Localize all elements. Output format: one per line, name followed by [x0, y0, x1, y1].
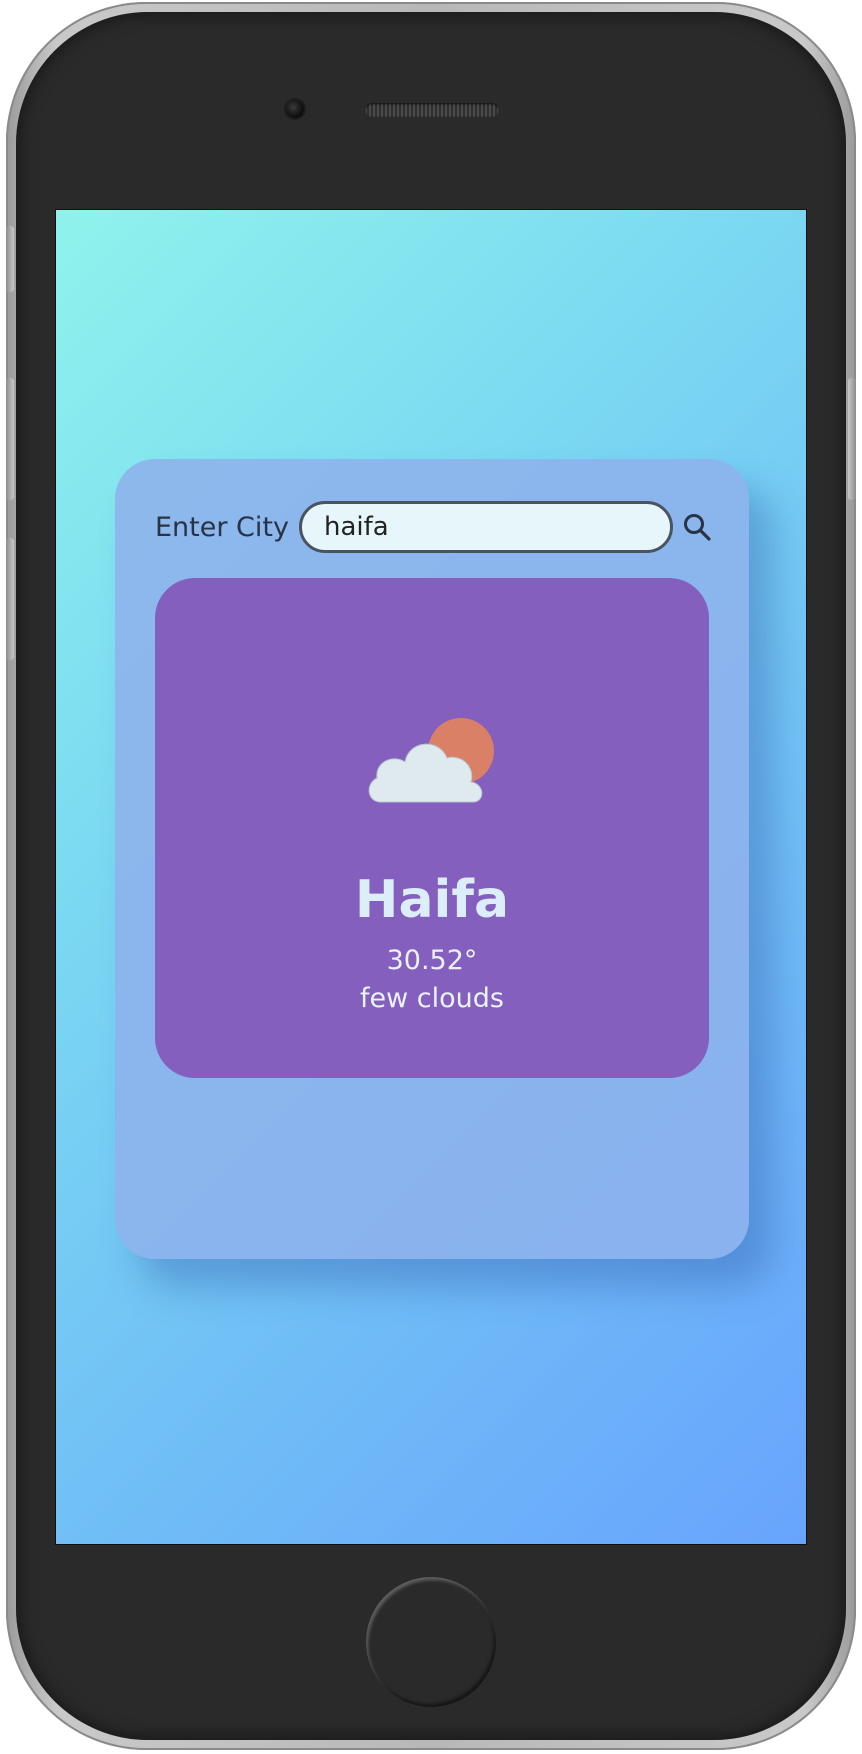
weather-result-card: Haifa 30.52° few clouds	[155, 578, 709, 1078]
search-button[interactable]	[679, 507, 715, 547]
temperature: 30.52°	[386, 945, 478, 976]
city-search-input[interactable]	[298, 501, 673, 553]
search-icon	[683, 514, 711, 541]
weather-description: few clouds	[360, 983, 504, 1014]
home-button	[366, 1577, 496, 1707]
earpiece-speaker	[365, 103, 499, 117]
volume-up-button	[6, 378, 14, 500]
power-button	[848, 378, 856, 500]
search-row: Enter City	[155, 499, 715, 555]
front-camera	[286, 100, 304, 118]
partly-cloudy-icon	[368, 718, 494, 803]
mute-switch	[6, 226, 14, 292]
city-name: Haifa	[354, 870, 510, 930]
phone-screen: Enter City Haifa 30.52° few clouds	[55, 209, 807, 1545]
weather-app-card: Enter City Haifa 30.52° few clouds	[115, 459, 749, 1259]
search-label: Enter City	[155, 511, 289, 543]
volume-down-button	[6, 538, 14, 660]
